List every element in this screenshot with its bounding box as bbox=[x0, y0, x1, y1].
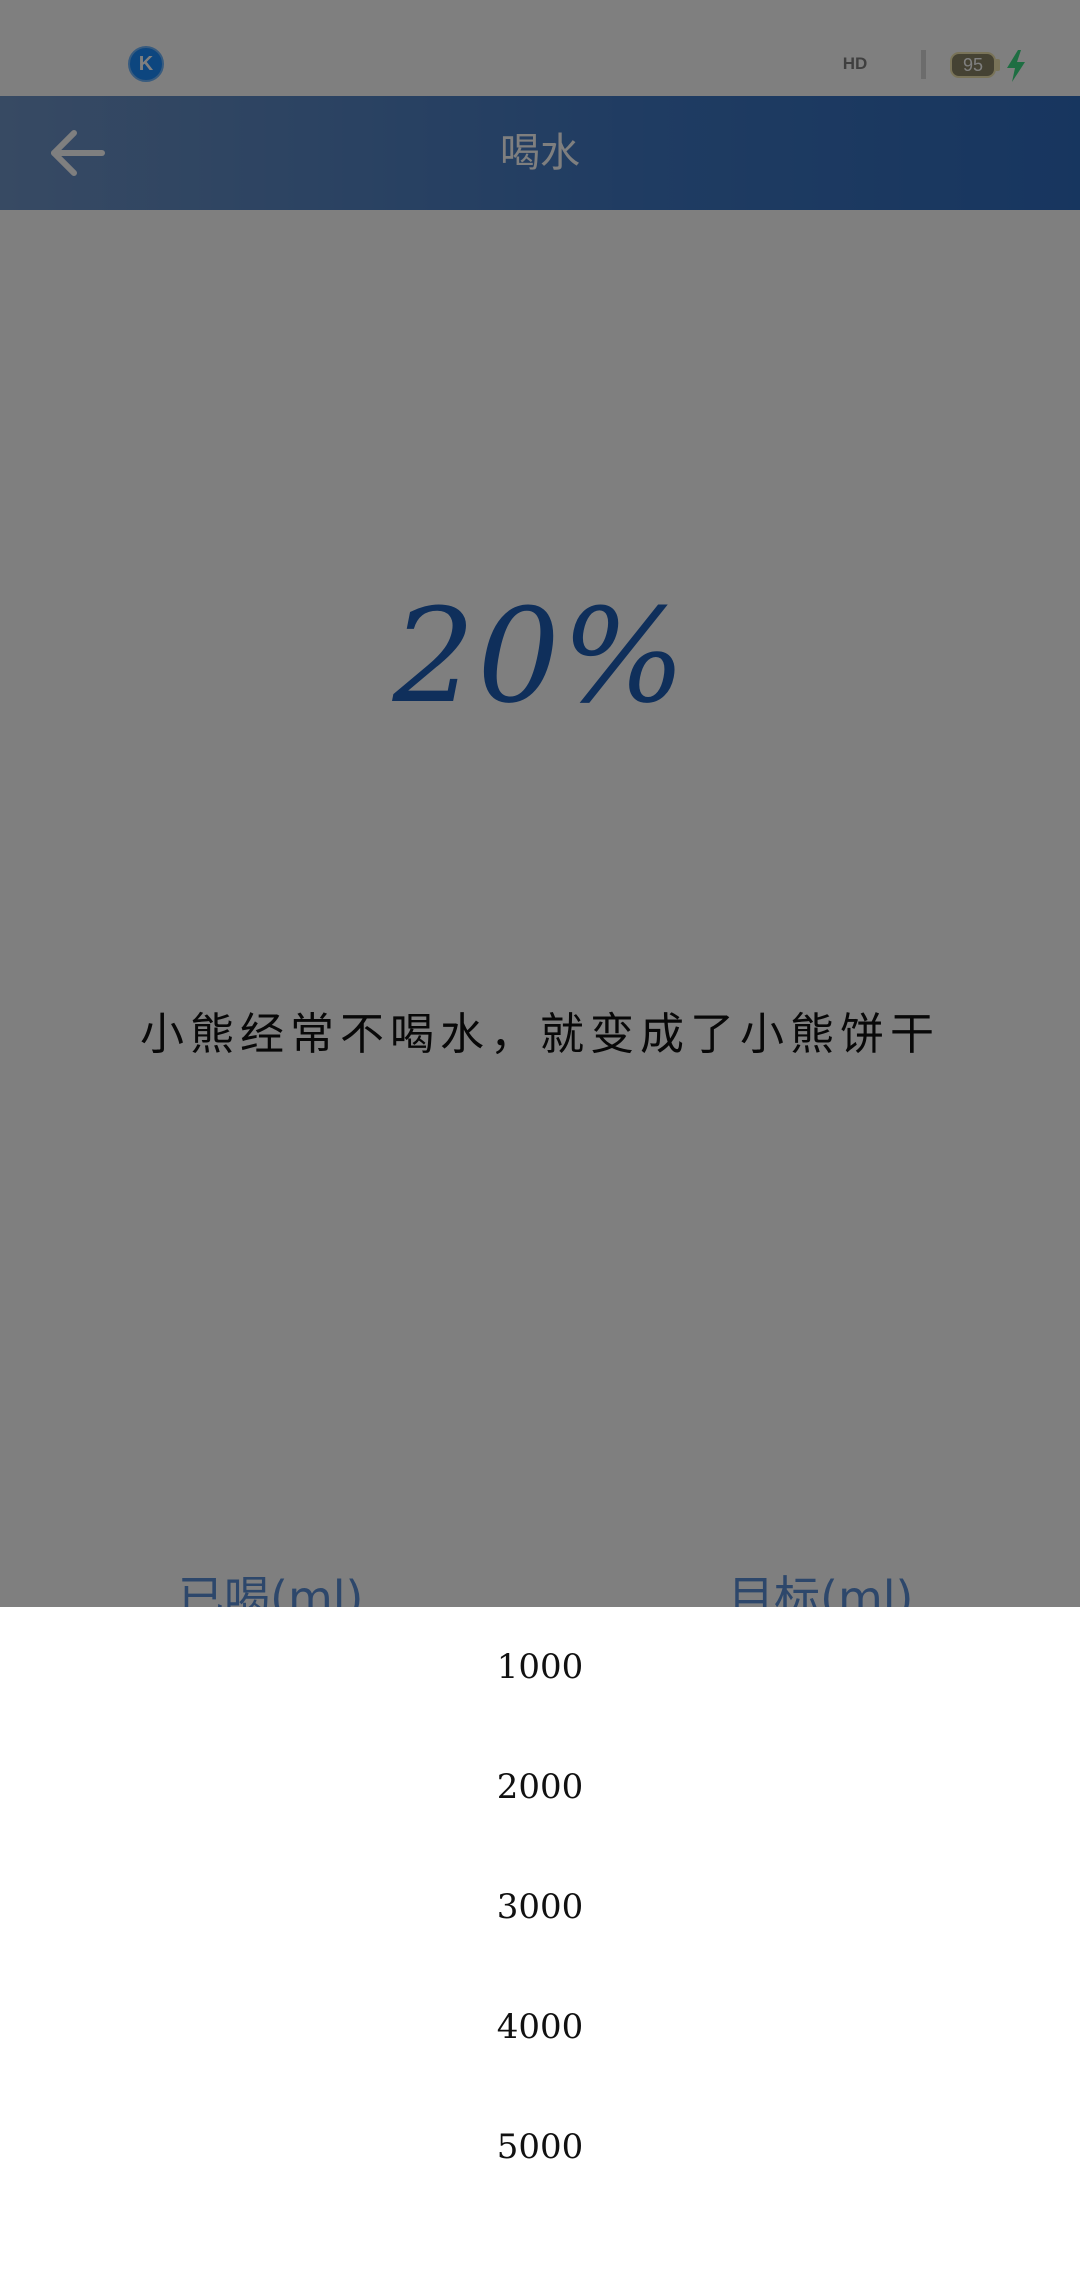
picker-option-5000[interactable]: 5000 bbox=[0, 2087, 1080, 2207]
picker-option-4000[interactable]: 4000 bbox=[0, 1967, 1080, 2087]
picker-option-3000[interactable]: 3000 bbox=[0, 1847, 1080, 1967]
picker-option-1000[interactable]: 1000 bbox=[0, 1607, 1080, 1727]
picker-option-2000[interactable]: 2000 bbox=[0, 1727, 1080, 1847]
target-picker-sheet: 1000 2000 3000 4000 5000 bbox=[0, 1607, 1080, 2280]
